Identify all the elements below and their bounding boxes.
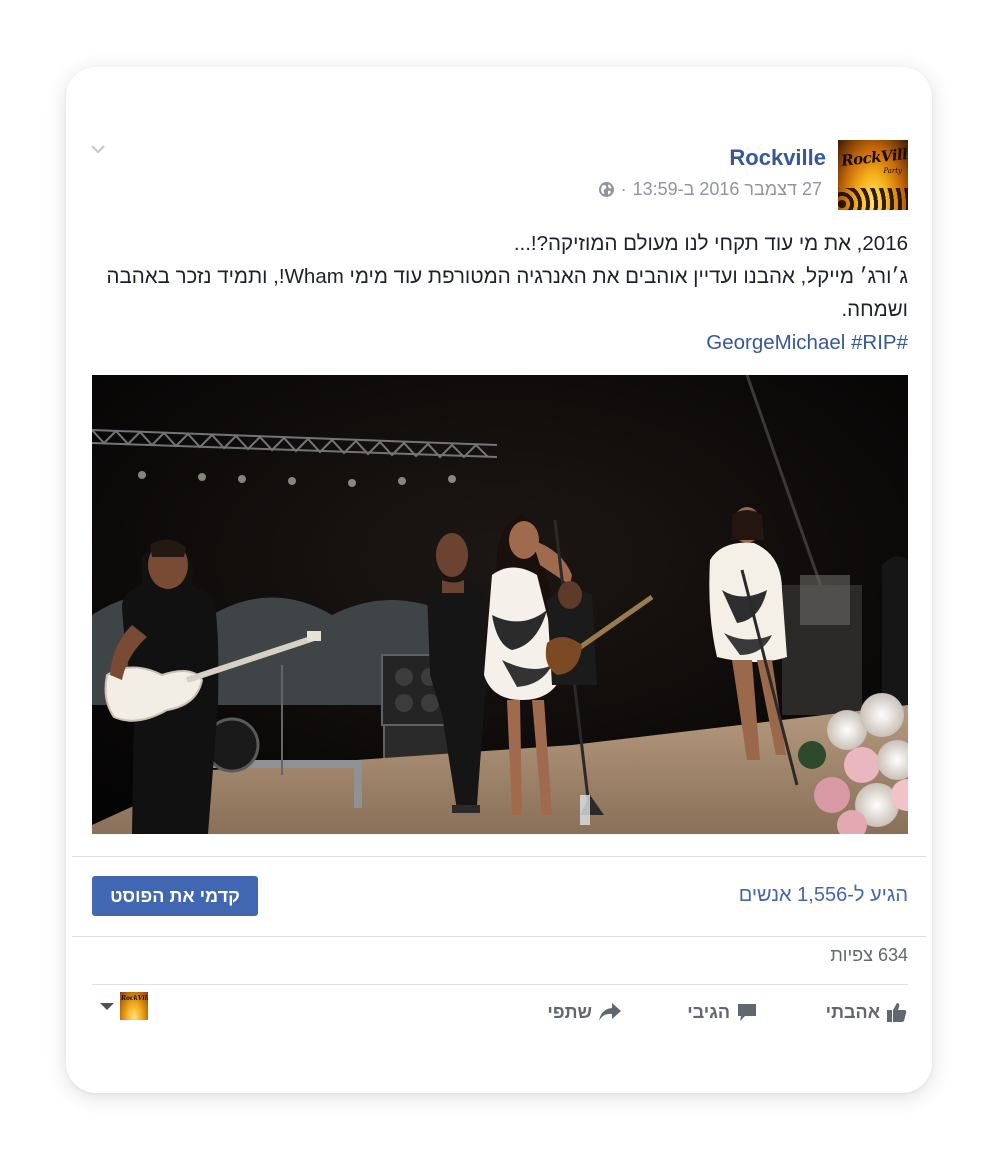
- post-body: 2016, את מי עוד תקחי לנו מעולם המוזיקה?!…: [88, 227, 908, 359]
- post-timestamp[interactable]: 27 דצמבר 2016 ב-13:59: [633, 179, 822, 200]
- reach-stat[interactable]: הגיע ל-1,556 אנשים: [739, 884, 908, 907]
- like-button[interactable]: אהבתי: [826, 999, 908, 1025]
- concert-video-frame: [92, 375, 908, 834]
- share-label: שתפי: [547, 1001, 592, 1022]
- post-hashtags: #GeorgeMichael #RIP: [88, 326, 908, 359]
- meta-separator: ·: [620, 179, 627, 199]
- post-card: RockVille Party Rockville 27 דצמבר 2016 …: [66, 67, 932, 1093]
- page-name-link[interactable]: Rockville: [729, 145, 826, 171]
- comment-label: הגיבי: [687, 1001, 730, 1022]
- post-meta: 27 דצמבר 2016 ב-13:59 ·: [598, 179, 822, 200]
- hashtag-rip[interactable]: #RIP: [851, 331, 897, 354]
- comment-button[interactable]: הגיבי: [687, 999, 758, 1025]
- post-text-line2: ג׳ורג׳ מייקל, אהבנו ועדיין אוהבים את האנ…: [106, 265, 908, 321]
- divider: [92, 984, 908, 985]
- post-video[interactable]: [92, 375, 908, 834]
- caret-down-icon[interactable]: [100, 1003, 114, 1010]
- chevron-down-icon[interactable]: [90, 143, 106, 155]
- page-avatar[interactable]: RockVille Party: [838, 140, 908, 210]
- thumbs-up-icon: [887, 1003, 907, 1022]
- divider: [72, 936, 926, 937]
- post-as-avatar[interactable]: RockVille: [120, 992, 148, 1020]
- divider: [72, 856, 926, 857]
- post-text-line1: 2016, את מי עוד תקחי לנו מעולם המוזיקה?!…: [513, 232, 908, 255]
- views-count[interactable]: 634 צפיות: [830, 945, 908, 966]
- like-label: אהבתי: [825, 1001, 880, 1022]
- globe-icon[interactable]: [598, 181, 615, 198]
- share-icon: [599, 1003, 621, 1021]
- avatar-logo-sub: Party: [883, 167, 902, 175]
- boost-post-button[interactable]: קדמי את הפוסט: [92, 876, 258, 916]
- comment-icon: [738, 1004, 756, 1021]
- share-button[interactable]: שתפי: [547, 999, 622, 1025]
